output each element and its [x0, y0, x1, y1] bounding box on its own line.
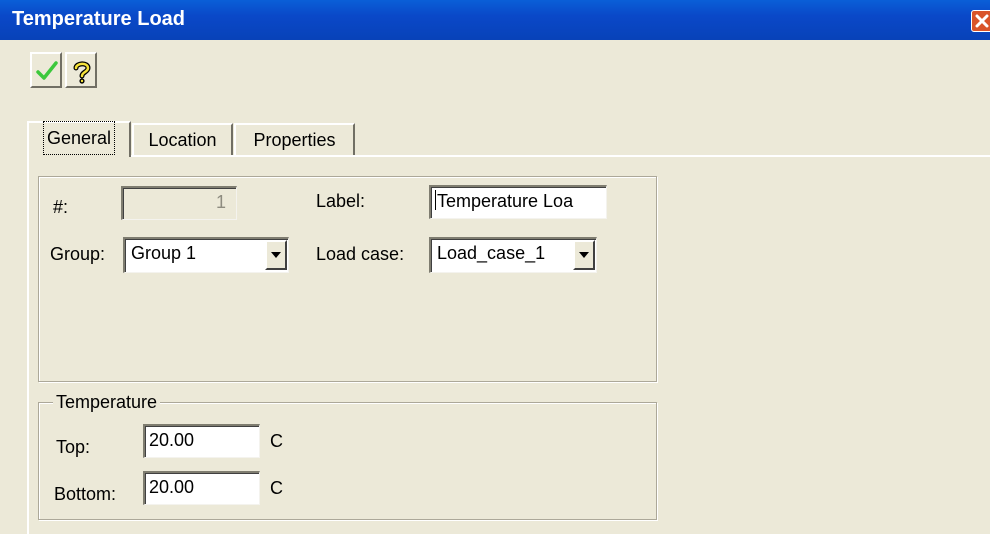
top-label: Top: — [56, 437, 91, 457]
label-input[interactable]: Temperature Loa — [429, 185, 607, 219]
chevron-down-icon — [271, 252, 281, 258]
bottom-label: Bottom: — [54, 484, 117, 504]
group-label: Group: — [50, 244, 106, 264]
label-input-value: Temperature Loa — [437, 191, 574, 211]
bottom-input[interactable]: 20.00 — [143, 471, 260, 505]
tab-location-label: Location — [148, 130, 217, 150]
tab-properties-label: Properties — [253, 130, 336, 150]
group-select[interactable]: Group 1 — [123, 237, 289, 273]
bottom-unit: C — [270, 478, 283, 498]
load-case-dropdown-button[interactable] — [573, 240, 595, 270]
close-icon — [975, 14, 989, 28]
tab-general-label: General — [42, 121, 116, 155]
ok-button[interactable] — [30, 52, 62, 88]
checkmark-icon — [36, 61, 58, 80]
number-label: #: — [53, 197, 69, 217]
title-bar[interactable]: Temperature Load — [0, 0, 990, 40]
top-unit: C — [270, 431, 283, 451]
temperature-group-box — [38, 402, 657, 520]
load-case-select[interactable]: Load_case_1 — [429, 237, 597, 273]
text-caret — [435, 190, 436, 210]
load-case-label: Load case: — [316, 244, 405, 264]
load-case-select-value: Load_case_1 — [437, 243, 546, 263]
close-button[interactable] — [971, 10, 990, 32]
group-select-value: Group 1 — [131, 243, 197, 263]
tab-location[interactable]: Location — [132, 123, 233, 157]
question-mark-icon — [73, 61, 91, 84]
tab-properties[interactable]: Properties — [234, 123, 355, 157]
group-dropdown-button[interactable] — [265, 240, 287, 270]
top-input[interactable]: 20.00 — [143, 424, 260, 458]
help-button[interactable] — [65, 52, 97, 88]
chevron-down-icon — [579, 252, 589, 258]
number-field: 1 — [121, 186, 237, 220]
temperature-legend: Temperature — [53, 392, 161, 413]
window-title: Temperature Load — [12, 8, 185, 30]
label-label: Label: — [316, 191, 366, 211]
tab-general[interactable]: General — [27, 121, 131, 157]
